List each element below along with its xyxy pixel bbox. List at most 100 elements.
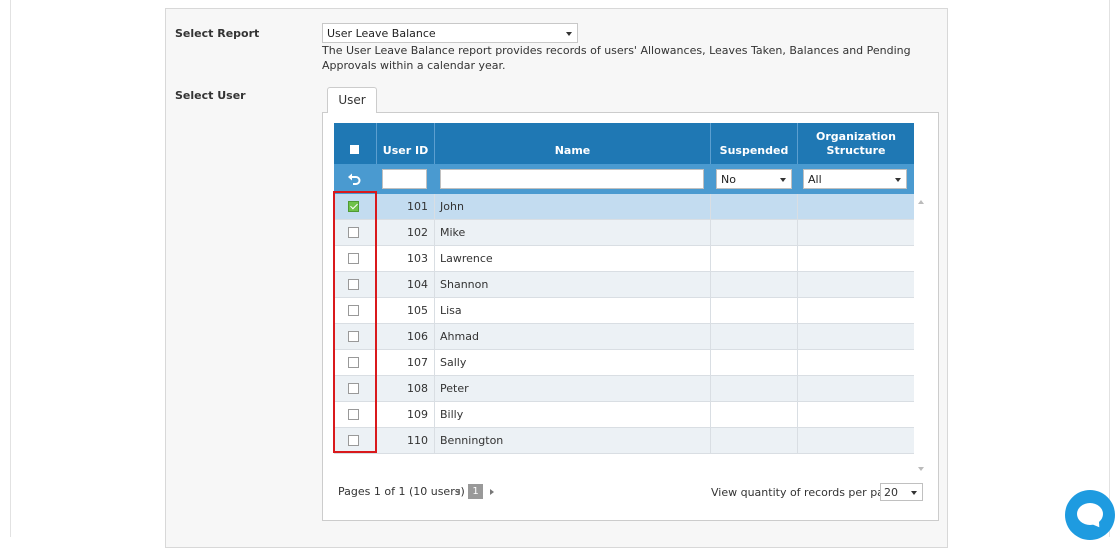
- table-row[interactable]: 106 Ahmad: [334, 324, 914, 350]
- column-header-suspended[interactable]: Suspended: [711, 123, 798, 164]
- row-checkbox[interactable]: [348, 305, 359, 316]
- suspended-cell: [711, 272, 798, 297]
- user-id-cell: 106: [377, 324, 435, 349]
- chevron-down-icon: [780, 178, 786, 182]
- org-cell: [798, 376, 914, 401]
- org-filter-select[interactable]: All: [803, 169, 907, 189]
- suspended-cell: [711, 350, 798, 375]
- page-border-left: [10, 0, 11, 537]
- column-header-user-id[interactable]: User ID: [377, 123, 435, 164]
- row-select-cell[interactable]: [334, 376, 377, 401]
- report-select[interactable]: User Leave Balance: [322, 23, 578, 43]
- pager-summary: Pages 1 of 1 (10 users): [338, 485, 465, 498]
- select-user-label: Select User: [175, 89, 246, 102]
- tab-user[interactable]: User: [327, 87, 377, 113]
- suspended-cell: [711, 220, 798, 245]
- table-row[interactable]: 110 Bennington: [334, 428, 914, 454]
- user-id-cell: 101: [377, 194, 435, 219]
- user-id-cell: 109: [377, 402, 435, 427]
- select-report-label: Select Report: [175, 27, 260, 40]
- row-select-cell[interactable]: [334, 324, 377, 349]
- name-cell: Lisa: [435, 298, 711, 323]
- org-cell: [798, 246, 914, 271]
- user-id-filter-input[interactable]: [382, 169, 427, 189]
- name-cell: Ahmad: [435, 324, 711, 349]
- page-number-button[interactable]: 1: [468, 484, 483, 499]
- row-checkbox[interactable]: [348, 435, 359, 446]
- user-id-cell: 102: [377, 220, 435, 245]
- report-description: The User Leave Balance report provides r…: [322, 44, 911, 72]
- row-checkbox[interactable]: [348, 279, 359, 290]
- row-select-cell[interactable]: [334, 428, 377, 453]
- undo-icon[interactable]: [346, 171, 362, 187]
- select-all-header[interactable]: [334, 123, 377, 164]
- row-checkbox[interactable]: [348, 383, 359, 394]
- per-page-label: View quantity of records per page: [711, 486, 898, 499]
- org-cell: [798, 350, 914, 375]
- row-select-cell[interactable]: [334, 194, 377, 219]
- table-row[interactable]: 108 Peter: [334, 376, 914, 402]
- suspended-cell: [711, 376, 798, 401]
- name-cell: Sally: [435, 350, 711, 375]
- org-cell: [798, 194, 914, 219]
- user-id-cell: 107: [377, 350, 435, 375]
- org-cell: [798, 272, 914, 297]
- row-select-cell[interactable]: [334, 402, 377, 427]
- row-checkbox[interactable]: [348, 331, 359, 342]
- chevron-down-icon: [911, 491, 917, 495]
- row-select-cell[interactable]: [334, 246, 377, 271]
- report-select-value: User Leave Balance: [327, 27, 436, 40]
- row-checkbox[interactable]: [348, 227, 359, 238]
- per-page-select[interactable]: 20: [880, 483, 923, 501]
- row-checkbox[interactable]: [348, 409, 359, 420]
- column-header-org-structure[interactable]: Organization Structure: [798, 123, 914, 164]
- user-id-cell: 104: [377, 272, 435, 297]
- prev-page-icon[interactable]: [456, 489, 460, 495]
- row-select-cell[interactable]: [334, 298, 377, 323]
- table-row[interactable]: 101 John: [334, 194, 914, 220]
- user-id-cell: 108: [377, 376, 435, 401]
- suspended-cell: [711, 428, 798, 453]
- name-cell: Lawrence: [435, 246, 711, 271]
- row-checkbox[interactable]: [348, 253, 359, 264]
- page-border-right: [1109, 0, 1110, 537]
- org-cell: [798, 220, 914, 245]
- row-checkbox[interactable]: [348, 357, 359, 368]
- table-row[interactable]: 104 Shannon: [334, 272, 914, 298]
- row-checkbox[interactable]: [348, 201, 359, 212]
- next-page-icon[interactable]: [490, 489, 494, 495]
- table-row[interactable]: 103 Lawrence: [334, 246, 914, 272]
- row-select-cell[interactable]: [334, 220, 377, 245]
- suspended-filter-select[interactable]: No: [716, 169, 792, 189]
- table-row[interactable]: 102 Mike: [334, 220, 914, 246]
- suspended-cell: [711, 246, 798, 271]
- table-row[interactable]: 105 Lisa: [334, 298, 914, 324]
- suspended-cell: [711, 194, 798, 219]
- chevron-down-icon: [895, 178, 901, 182]
- scroll-up-arrow-icon[interactable]: [918, 200, 924, 204]
- org-filter-value: All: [808, 173, 822, 186]
- table-row[interactable]: 109 Billy: [334, 402, 914, 428]
- org-cell: [798, 428, 914, 453]
- suspended-cell: [711, 298, 798, 323]
- name-cell: Mike: [435, 220, 711, 245]
- suspended-filter-value: No: [721, 173, 736, 186]
- chevron-down-icon: [566, 32, 572, 36]
- suspended-cell: [711, 402, 798, 427]
- name-cell: John: [435, 194, 711, 219]
- scroll-down-arrow-icon[interactable]: [918, 467, 924, 471]
- org-cell: [798, 324, 914, 349]
- name-filter-input[interactable]: [440, 169, 704, 189]
- user-id-cell: 110: [377, 428, 435, 453]
- row-select-cell[interactable]: [334, 272, 377, 297]
- table-row[interactable]: 107 Sally: [334, 350, 914, 376]
- suspended-cell: [711, 324, 798, 349]
- select-all-checkbox[interactable]: [350, 145, 359, 154]
- per-page-value: 20: [884, 486, 898, 499]
- org-cell: [798, 298, 914, 323]
- chat-widget-button[interactable]: [1065, 490, 1115, 540]
- org-cell: [798, 402, 914, 427]
- grid-header: User ID Name Suspended Organization Stru…: [334, 123, 914, 164]
- column-header-name[interactable]: Name: [435, 123, 711, 164]
- row-select-cell[interactable]: [334, 350, 377, 375]
